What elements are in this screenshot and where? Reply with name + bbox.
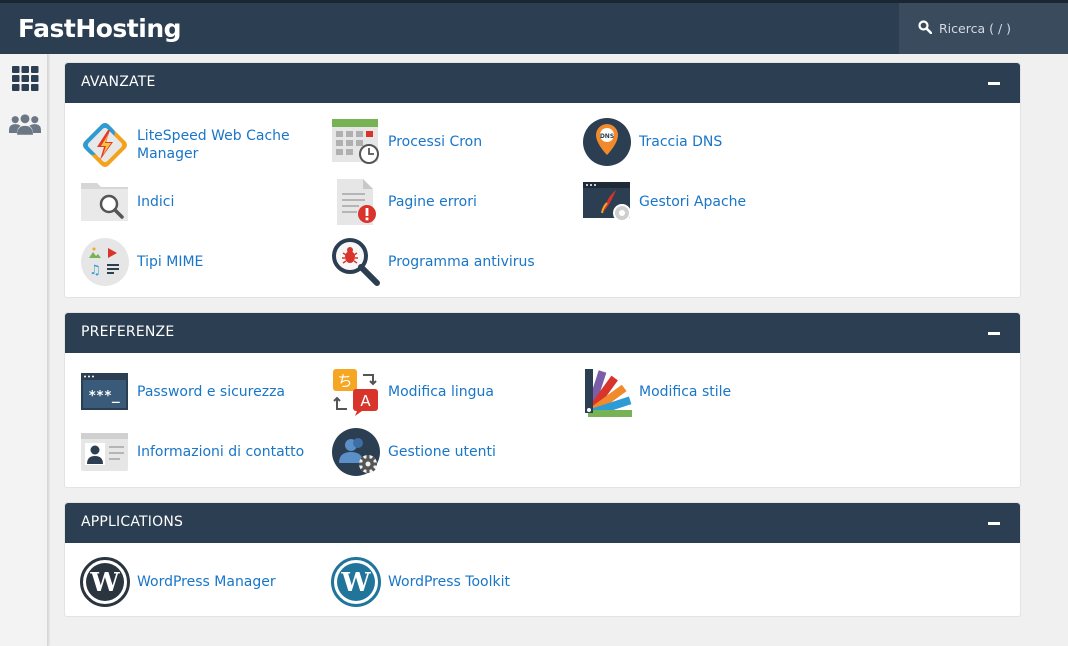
panel-header: PREFERENZE bbox=[65, 313, 1020, 353]
panel-title: APPLICATIONS bbox=[81, 514, 184, 530]
item-label: WordPress Toolkit bbox=[388, 574, 510, 590]
language-icon: ち A bbox=[333, 369, 378, 416]
user-manager-icon bbox=[332, 428, 380, 476]
search-box[interactable] bbox=[899, 3, 1068, 54]
panel-header: AVANZATE bbox=[65, 63, 1020, 103]
item-password-sicurezza[interactable]: ***_ Password e sicurezza bbox=[80, 367, 300, 417]
item-label: Modifica lingua bbox=[388, 384, 494, 400]
svg-text:ち: ち bbox=[337, 372, 352, 390]
item-label: Pagine errori bbox=[388, 194, 477, 210]
panel-avanzate: AVANZATE LiteSpeed Web Cache Manager Pro… bbox=[64, 62, 1021, 298]
svg-text:W: W bbox=[340, 568, 371, 598]
search-icon bbox=[918, 20, 932, 34]
item-processi-cron[interactable]: Processi Cron bbox=[331, 117, 531, 167]
calendar-clock-icon bbox=[332, 119, 379, 164]
collapse-button[interactable] bbox=[988, 522, 1000, 525]
apps-grid-icon[interactable] bbox=[9, 64, 41, 94]
item-wordpress-manager[interactable]: W WordPress Manager bbox=[80, 557, 300, 607]
error-page-icon bbox=[337, 179, 376, 225]
svg-text:DNS: DNS bbox=[600, 133, 614, 140]
item-modifica-lingua[interactable]: ち A Modifica lingua bbox=[331, 367, 531, 417]
panel-applications: APPLICATIONS W WordPress Manager W WordP… bbox=[64, 502, 1021, 617]
litespeed-icon bbox=[83, 123, 127, 167]
panel-title: PREFERENZE bbox=[81, 324, 175, 340]
item-label: Tipi MIME bbox=[137, 254, 204, 270]
apache-handler-icon bbox=[583, 182, 631, 222]
virus-scan-icon bbox=[332, 238, 380, 286]
search-input[interactable] bbox=[939, 17, 1061, 39]
wordpress-dark-icon: W bbox=[80, 557, 130, 607]
mime-types-icon: ♫ bbox=[81, 238, 129, 286]
item-label: Gestori Apache bbox=[639, 194, 747, 210]
item-modifica-stile[interactable]: Modifica stile bbox=[582, 367, 782, 417]
svg-text:W: W bbox=[89, 568, 120, 598]
item-indici[interactable]: Indici bbox=[80, 177, 280, 227]
panel-preferenze: PREFERENZE ***_ Password e sicurezza ち A… bbox=[64, 312, 1021, 488]
item-label: Programma antivirus bbox=[388, 254, 535, 270]
dns-pin-icon: DNS bbox=[583, 118, 631, 166]
item-traccia-dns[interactable]: DNS Traccia DNS bbox=[582, 117, 782, 167]
brand-logo[interactable]: FastHosting bbox=[18, 14, 182, 43]
item-gestione-utenti[interactable]: Gestione utenti bbox=[331, 427, 531, 477]
item-label: WordPress Manager bbox=[137, 574, 276, 590]
svg-text:♫: ♫ bbox=[89, 263, 101, 278]
item-label: Indici bbox=[137, 194, 175, 210]
item-label: Processi Cron bbox=[388, 134, 483, 150]
item-litespeed[interactable]: LiteSpeed Web Cache Manager bbox=[80, 120, 300, 170]
item-label: LiteSpeed Web Cache Manager bbox=[137, 128, 290, 162]
password-icon: ***_ bbox=[81, 373, 128, 410]
item-wordpress-toolkit[interactable]: W WordPress Toolkit bbox=[331, 557, 551, 607]
panel-header: APPLICATIONS bbox=[65, 503, 1020, 543]
folder-search-icon bbox=[81, 183, 128, 221]
item-label: Traccia DNS bbox=[639, 134, 723, 150]
users-icon[interactable] bbox=[9, 110, 41, 140]
item-label: Modifica stile bbox=[639, 384, 732, 400]
collapse-button[interactable] bbox=[988, 82, 1000, 85]
collapse-button[interactable] bbox=[988, 332, 1000, 335]
sidebar bbox=[0, 54, 48, 646]
svg-text:A: A bbox=[360, 392, 371, 410]
item-gestori-apache[interactable]: Gestori Apache bbox=[582, 177, 782, 227]
item-informazioni-contatto[interactable]: Informazioni di contatto bbox=[80, 427, 320, 477]
item-programma-antivirus[interactable]: Programma antivirus bbox=[331, 237, 551, 287]
svg-text:***_: ***_ bbox=[88, 389, 119, 404]
item-label: Password e sicurezza bbox=[137, 384, 285, 400]
top-bar: FastHosting bbox=[0, 0, 1068, 54]
item-tipi-mime[interactable]: ♫ Tipi MIME bbox=[80, 237, 280, 287]
item-label: Informazioni di contatto bbox=[137, 444, 305, 460]
item-pagine-errori[interactable]: Pagine errori bbox=[331, 177, 531, 227]
item-label: Gestione utenti bbox=[388, 444, 496, 460]
wordpress-blue-icon: W bbox=[331, 557, 381, 607]
color-palette-icon bbox=[585, 369, 632, 417]
panel-title: AVANZATE bbox=[81, 74, 156, 90]
contact-card-icon bbox=[81, 433, 128, 471]
